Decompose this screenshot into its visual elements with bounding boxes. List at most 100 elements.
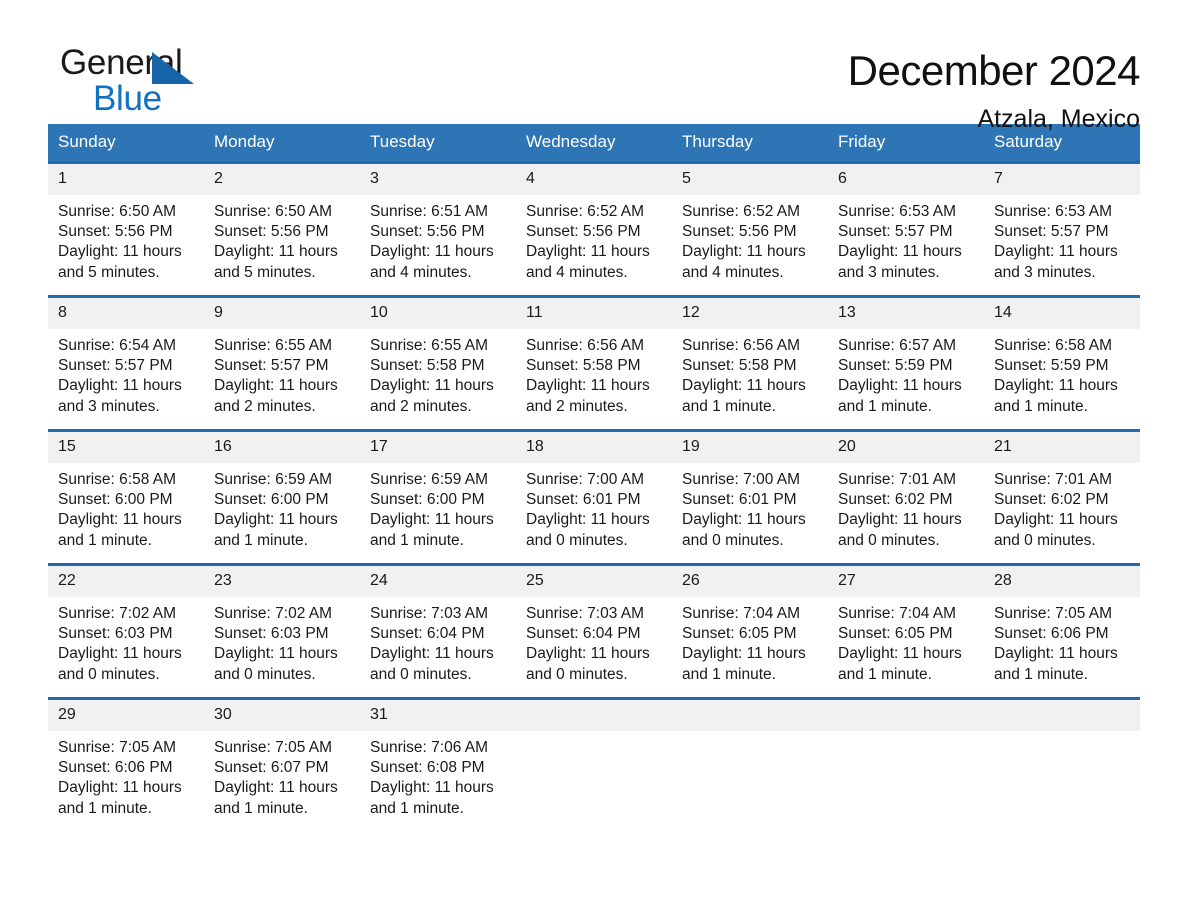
calendar-day-cell[interactable]: 9 Sunrise: 6:55 AM Sunset: 5:57 PM Dayli… [204, 296, 360, 431]
calendar-day-cell[interactable]: 20 Sunrise: 7:01 AM Sunset: 6:02 PM Dayl… [828, 430, 984, 565]
day-details: Sunrise: 7:05 AM Sunset: 6:06 PM Dayligh… [48, 731, 204, 819]
calendar-day-cell[interactable]: 5 Sunrise: 6:52 AM Sunset: 5:56 PM Dayli… [672, 162, 828, 297]
daylight-text-line2: and 1 minute. [682, 397, 776, 415]
daylight-text-line2: and 1 minute. [214, 531, 308, 549]
day-number: 10 [360, 298, 516, 329]
sunset-text: Sunset: 5:56 PM [58, 223, 173, 241]
day-number: 2 [204, 164, 360, 195]
sunrise-text: Sunrise: 7:06 AM [370, 739, 489, 756]
calendar-day-cell[interactable]: 27 Sunrise: 7:04 AM Sunset: 6:05 PM Dayl… [828, 564, 984, 699]
day-details: Sunrise: 7:00 AM Sunset: 6:01 PM Dayligh… [672, 463, 828, 551]
calendar-day-cell[interactable]: 3 Sunrise: 6:51 AM Sunset: 5:56 PM Dayli… [360, 162, 516, 297]
daylight-text-line2: and 3 minutes. [994, 263, 1096, 281]
calendar-day-cell[interactable]: 18 Sunrise: 7:00 AM Sunset: 6:01 PM Dayl… [516, 430, 672, 565]
day-details: Sunrise: 6:59 AM Sunset: 6:00 PM Dayligh… [204, 463, 360, 551]
calendar-day-cell[interactable]: 13 Sunrise: 6:57 AM Sunset: 5:59 PM Dayl… [828, 296, 984, 431]
day-details: Sunrise: 6:58 AM Sunset: 6:00 PM Dayligh… [48, 463, 204, 551]
sunrise-text: Sunrise: 6:59 AM [370, 471, 489, 488]
daylight-text-line2: and 1 minute. [994, 397, 1088, 415]
calendar-day-cell[interactable]: 11 Sunrise: 6:56 AM Sunset: 5:58 PM Dayl… [516, 296, 672, 431]
daylight-text-line1: Daylight: 11 hours [214, 243, 338, 261]
day-details: Sunrise: 6:57 AM Sunset: 5:59 PM Dayligh… [828, 329, 984, 417]
daylight-text-line2: and 0 minutes. [370, 665, 472, 683]
calendar-day-cell[interactable]: 26 Sunrise: 7:04 AM Sunset: 6:05 PM Dayl… [672, 564, 828, 699]
daylight-text-line1: Daylight: 11 hours [370, 779, 494, 797]
calendar-day-cell[interactable]: 17 Sunrise: 6:59 AM Sunset: 6:00 PM Dayl… [360, 430, 516, 565]
daylight-text-line2: and 1 minute. [58, 799, 152, 817]
sunrise-text: Sunrise: 7:00 AM [526, 471, 645, 488]
daylight-text-line2: and 4 minutes. [682, 263, 784, 281]
daylight-text-line2: and 5 minutes. [58, 263, 160, 281]
calendar-day-cell[interactable]: 7 Sunrise: 6:53 AM Sunset: 5:57 PM Dayli… [984, 162, 1140, 297]
sunrise-text: Sunrise: 7:03 AM [526, 605, 645, 622]
calendar-day-cell[interactable]: 19 Sunrise: 7:00 AM Sunset: 6:01 PM Dayl… [672, 430, 828, 565]
daylight-text-line2: and 3 minutes. [58, 397, 160, 415]
calendar-day-cell-empty [828, 698, 984, 831]
daylight-text-line1: Daylight: 11 hours [214, 779, 338, 797]
day-number: 8 [48, 298, 204, 329]
calendar-day-cell-empty [984, 698, 1140, 831]
sunrise-text: Sunrise: 7:05 AM [994, 605, 1113, 622]
calendar-day-cell[interactable]: 8 Sunrise: 6:54 AM Sunset: 5:57 PM Dayli… [48, 296, 204, 431]
daylight-text-line2: and 2 minutes. [370, 397, 472, 415]
sunset-text: Sunset: 6:02 PM [994, 491, 1109, 509]
day-number [516, 700, 672, 731]
day-number: 20 [828, 432, 984, 463]
sunrise-text: Sunrise: 7:00 AM [682, 471, 801, 488]
sunset-text: Sunset: 6:01 PM [526, 491, 641, 509]
day-details: Sunrise: 7:05 AM Sunset: 6:06 PM Dayligh… [984, 597, 1140, 685]
sunset-text: Sunset: 5:58 PM [526, 357, 641, 375]
daylight-text-line1: Daylight: 11 hours [214, 511, 338, 529]
calendar-day-cell[interactable]: 21 Sunrise: 7:01 AM Sunset: 6:02 PM Dayl… [984, 430, 1140, 565]
calendar-day-cell[interactable]: 22 Sunrise: 7:02 AM Sunset: 6:03 PM Dayl… [48, 564, 204, 699]
sunrise-text: Sunrise: 6:50 AM [58, 203, 177, 220]
daylight-text-line1: Daylight: 11 hours [526, 645, 650, 663]
calendar-table: Sunday Monday Tuesday Wednesday Thursday… [48, 124, 1140, 831]
calendar-day-cell[interactable]: 24 Sunrise: 7:03 AM Sunset: 6:04 PM Dayl… [360, 564, 516, 699]
day-number: 5 [672, 164, 828, 195]
calendar-day-cell[interactable]: 12 Sunrise: 6:56 AM Sunset: 5:58 PM Dayl… [672, 296, 828, 431]
day-number: 6 [828, 164, 984, 195]
calendar-day-cell[interactable]: 4 Sunrise: 6:52 AM Sunset: 5:56 PM Dayli… [516, 162, 672, 297]
day-number: 9 [204, 298, 360, 329]
calendar-day-cell[interactable]: 10 Sunrise: 6:55 AM Sunset: 5:58 PM Dayl… [360, 296, 516, 431]
calendar-day-cell[interactable]: 2 Sunrise: 6:50 AM Sunset: 5:56 PM Dayli… [204, 162, 360, 297]
calendar-day-cell[interactable]: 31 Sunrise: 7:06 AM Sunset: 6:08 PM Dayl… [360, 698, 516, 831]
day-details: Sunrise: 6:56 AM Sunset: 5:58 PM Dayligh… [516, 329, 672, 417]
sunset-text: Sunset: 5:58 PM [682, 357, 797, 375]
day-number: 28 [984, 566, 1140, 597]
day-details: Sunrise: 6:50 AM Sunset: 5:56 PM Dayligh… [204, 195, 360, 283]
day-details: Sunrise: 7:01 AM Sunset: 6:02 PM Dayligh… [984, 463, 1140, 551]
calendar-day-cell[interactable]: 23 Sunrise: 7:02 AM Sunset: 6:03 PM Dayl… [204, 564, 360, 699]
day-number: 16 [204, 432, 360, 463]
calendar-day-cell-empty [516, 698, 672, 831]
daylight-text-line2: and 1 minute. [214, 799, 308, 817]
calendar-day-cell[interactable]: 1 Sunrise: 6:50 AM Sunset: 5:56 PM Dayli… [48, 162, 204, 297]
calendar-day-cell[interactable]: 6 Sunrise: 6:53 AM Sunset: 5:57 PM Dayli… [828, 162, 984, 297]
calendar-day-cell[interactable]: 15 Sunrise: 6:58 AM Sunset: 6:00 PM Dayl… [48, 430, 204, 565]
day-details: Sunrise: 6:53 AM Sunset: 5:57 PM Dayligh… [828, 195, 984, 283]
calendar-day-cell[interactable]: 29 Sunrise: 7:05 AM Sunset: 6:06 PM Dayl… [48, 698, 204, 831]
day-number: 23 [204, 566, 360, 597]
calendar-week-row: 22 Sunrise: 7:02 AM Sunset: 6:03 PM Dayl… [48, 564, 1140, 699]
calendar-day-cell[interactable]: 16 Sunrise: 6:59 AM Sunset: 6:00 PM Dayl… [204, 430, 360, 565]
calendar-day-cell[interactable]: 30 Sunrise: 7:05 AM Sunset: 6:07 PM Dayl… [204, 698, 360, 831]
sunrise-text: Sunrise: 6:53 AM [994, 203, 1113, 220]
calendar-day-cell[interactable]: 25 Sunrise: 7:03 AM Sunset: 6:04 PM Dayl… [516, 564, 672, 699]
daylight-text-line2: and 0 minutes. [838, 531, 940, 549]
day-number: 24 [360, 566, 516, 597]
weekday-header-sunday: Sunday [48, 124, 204, 163]
day-number: 30 [204, 700, 360, 731]
daylight-text-line2: and 4 minutes. [370, 263, 472, 281]
generalblue-logo[interactable]: General Blue [48, 44, 228, 124]
daylight-text-line2: and 1 minute. [994, 665, 1088, 683]
calendar-day-cell[interactable]: 28 Sunrise: 7:05 AM Sunset: 6:06 PM Dayl… [984, 564, 1140, 699]
daylight-text-line1: Daylight: 11 hours [214, 645, 338, 663]
weekday-header-monday: Monday [204, 124, 360, 163]
day-details: Sunrise: 6:51 AM Sunset: 5:56 PM Dayligh… [360, 195, 516, 283]
calendar-day-cell[interactable]: 14 Sunrise: 6:58 AM Sunset: 5:59 PM Dayl… [984, 296, 1140, 431]
day-number: 18 [516, 432, 672, 463]
sunset-text: Sunset: 5:58 PM [370, 357, 485, 375]
sunrise-text: Sunrise: 6:58 AM [994, 337, 1113, 354]
sunset-text: Sunset: 5:57 PM [994, 223, 1109, 241]
